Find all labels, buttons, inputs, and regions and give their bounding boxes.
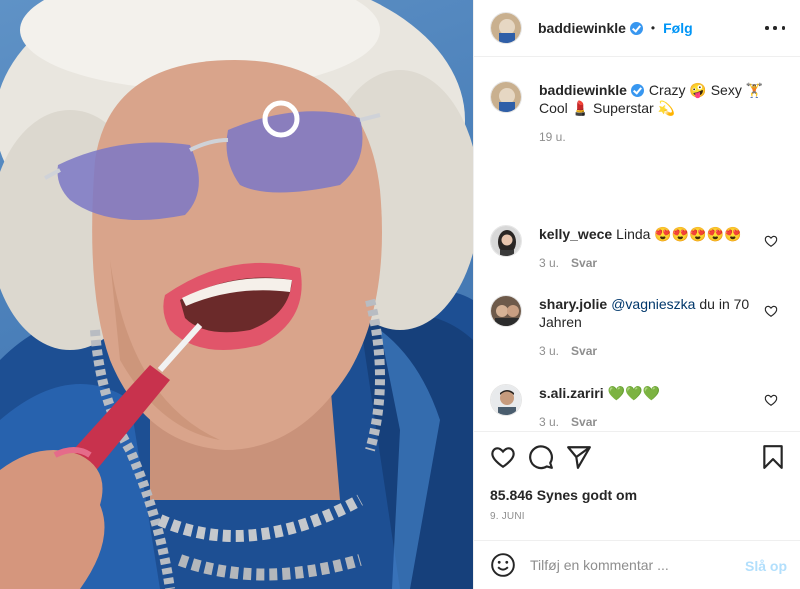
comment-text: Linda 😍😍😍😍😍	[616, 226, 742, 242]
comment-item: s.ali.zariri 💚💚💚 3 u. Svar	[490, 384, 790, 429]
share-icon[interactable]	[566, 444, 592, 470]
heart-icon[interactable]	[490, 444, 516, 470]
emoji-icon[interactable]	[490, 552, 516, 578]
more-horizontal-icon[interactable]	[765, 18, 785, 38]
like-comment-heart-icon[interactable]	[764, 393, 778, 407]
like-comment-heart-icon[interactable]	[764, 304, 778, 318]
comment-time: 3 u.	[539, 415, 560, 429]
comment-item: kelly_wece Linda 😍😍😍😍😍 3 u. Svar	[490, 225, 790, 270]
post-header: baddiewinkle • Følg	[474, 0, 800, 57]
comment-text: 💚💚💚	[607, 385, 660, 401]
instagram-post: baddiewinkle • Følg baddiewinkle Crazy 🤪 …	[0, 0, 800, 589]
avatar[interactable]	[490, 81, 522, 113]
avatar-image	[491, 226, 521, 256]
post-comment-button[interactable]: Slå op	[745, 558, 787, 574]
comment-username[interactable]: kelly_wece	[539, 226, 612, 242]
verified-badge-icon	[629, 21, 643, 35]
reply-button[interactable]: Svar	[571, 344, 597, 358]
avatar-image	[491, 296, 521, 326]
add-comment-bar: Slå op	[474, 540, 800, 589]
post-date: 9. JUNI	[490, 511, 525, 522]
action-bar: 85.846 Synes godt om 9. JUNI	[474, 431, 800, 541]
reply-button[interactable]: Svar	[571, 415, 597, 429]
comments-section[interactable]: baddiewinkle Crazy 🤪 Sexy 🏋 Cool 💄 Supers…	[474, 57, 800, 431]
avatar[interactable]	[490, 12, 522, 44]
comment-username[interactable]: s.ali.zariri	[539, 385, 604, 401]
separator: •	[650, 21, 656, 35]
comment-icon[interactable]	[528, 444, 554, 470]
portrait-illustration	[0, 0, 473, 589]
avatar-image	[491, 385, 521, 415]
reply-button[interactable]: Svar	[571, 256, 597, 270]
avatar[interactable]	[490, 295, 522, 327]
comment-item: shary.jolie @vagnieszka du in 70 Jahren 3…	[490, 295, 790, 358]
comment-input[interactable]	[530, 557, 740, 573]
comment-time: 3 u.	[539, 256, 560, 270]
follow-button[interactable]: Følg	[663, 20, 693, 36]
avatar-image	[491, 13, 521, 43]
caption-time: 19 u.	[539, 130, 566, 144]
bookmark-icon[interactable]	[760, 444, 786, 470]
post-sidebar: baddiewinkle • Følg baddiewinkle Crazy 🤪 …	[473, 0, 800, 589]
comment-username[interactable]: shary.jolie	[539, 296, 607, 312]
comment-time: 3 u.	[539, 344, 560, 358]
verified-badge-icon	[630, 84, 644, 97]
caption: baddiewinkle Crazy 🤪 Sexy 🏋 Cool 💄 Supers…	[490, 81, 790, 144]
likes-count[interactable]: 85.846 Synes godt om	[490, 487, 637, 503]
header-username[interactable]: baddiewinkle	[538, 20, 626, 36]
avatar[interactable]	[490, 384, 522, 416]
caption-username[interactable]: baddiewinkle	[539, 82, 627, 98]
like-comment-heart-icon[interactable]	[764, 234, 778, 248]
avatar-image	[491, 82, 521, 112]
avatar[interactable]	[490, 225, 522, 257]
mention-link[interactable]: @vagnieszka	[611, 296, 695, 312]
post-photo[interactable]	[0, 0, 473, 589]
